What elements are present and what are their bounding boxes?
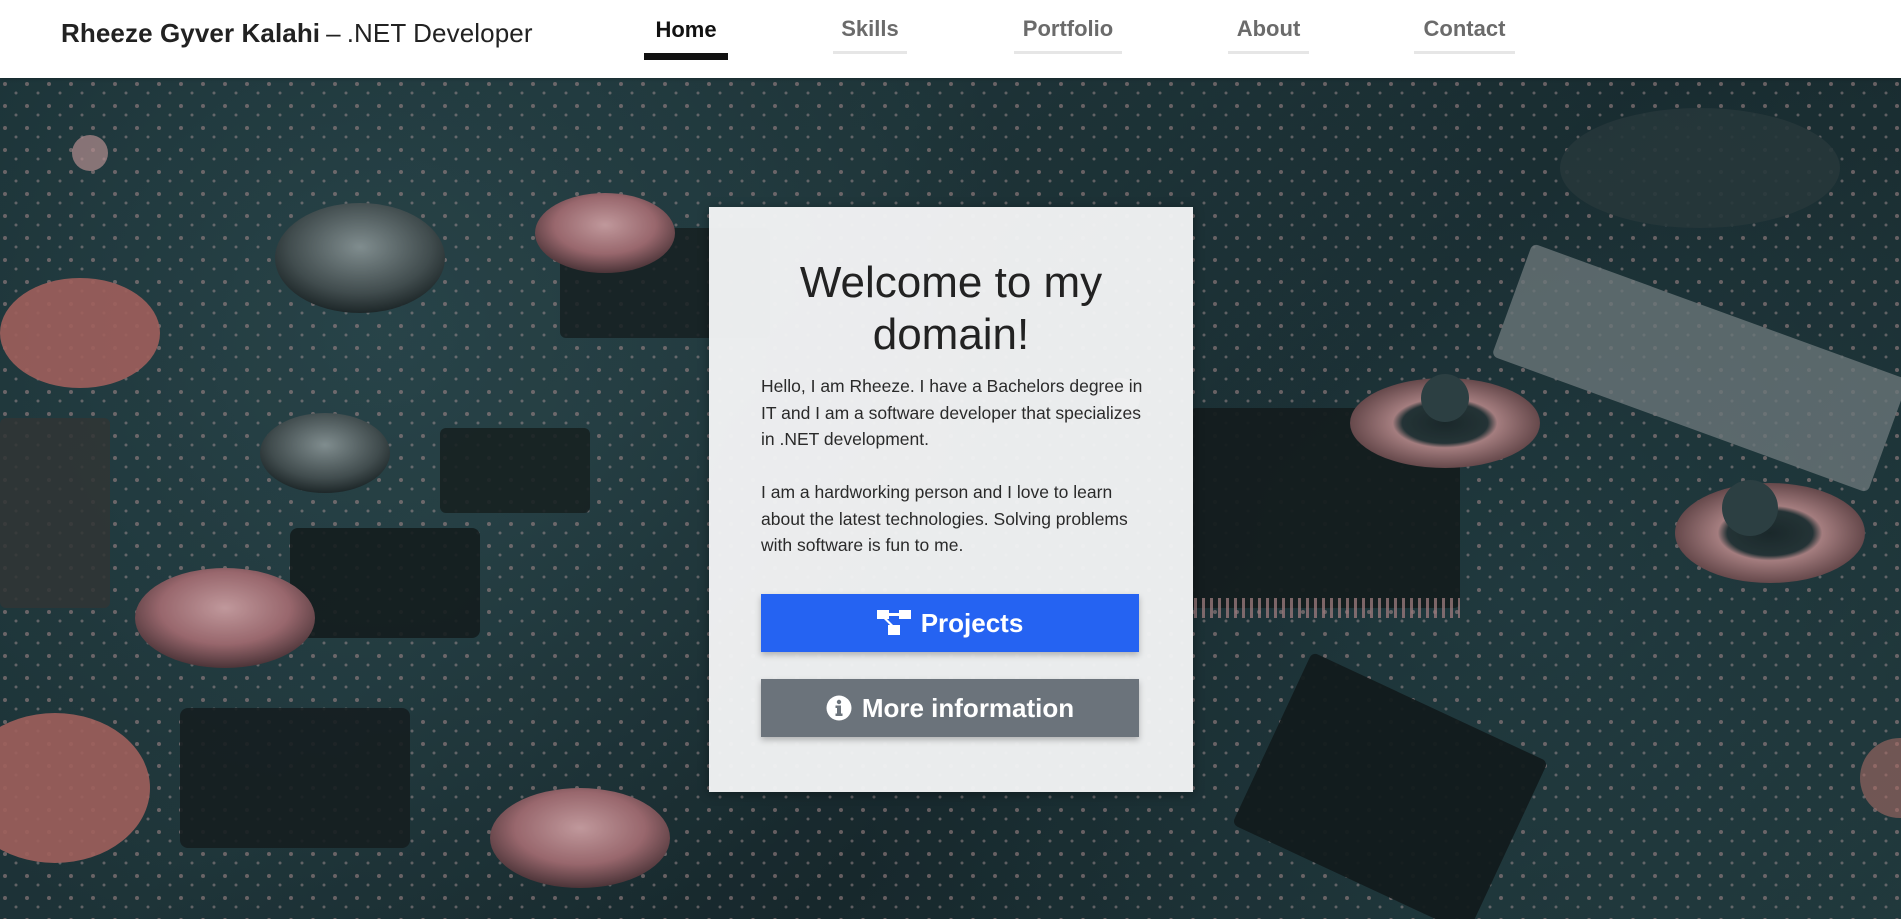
nav-contact[interactable]: Contact [1414,14,1515,54]
brand-role: .NET Developer [346,18,533,48]
nav-home[interactable]: Home [644,15,728,60]
nav-about-label: About [1236,16,1301,41]
projects-button-label: Projects [920,607,1024,638]
nav-about-underline [1228,51,1309,54]
nav-skills[interactable]: Skills [833,14,907,54]
nav-portfolio-underline [1014,51,1122,54]
nav-contact-label: Contact [1423,16,1506,41]
nav-contact-underline [1414,51,1515,54]
more-information-button-label: More information [861,692,1075,723]
projects-button[interactable]: Projects [761,594,1139,652]
brand-separator: – [326,18,341,48]
nav-home-underline [644,53,728,60]
info-circle-icon [826,695,852,721]
nav-about[interactable]: About [1228,14,1309,54]
about-paragraph: I am a hardworking person and I love to … [761,482,1128,555]
welcome-card: Welcome to my domain! Hello, I am Rheeze… [709,207,1193,792]
site-brand[interactable]: Rheeze Gyver Kalahi – .NET Developer [61,18,533,49]
sitemap-icon [876,610,911,636]
site-header: Rheeze Gyver Kalahi – .NET Developer Home … [0,0,1901,78]
nav-portfolio[interactable]: Portfolio [1014,14,1122,54]
nav-skills-underline [833,51,907,54]
intro-paragraph: Hello, I am Rheeze. I have a Bachelors d… [761,376,1143,449]
nav-skills-label: Skills [841,16,899,41]
more-information-button[interactable]: More information [761,679,1139,737]
brand-name: Rheeze Gyver Kalahi [61,18,321,48]
nav-home-label: Home [655,17,717,42]
nav-portfolio-label: Portfolio [1022,16,1114,41]
welcome-title: Welcome to my domain! [799,258,1103,359]
